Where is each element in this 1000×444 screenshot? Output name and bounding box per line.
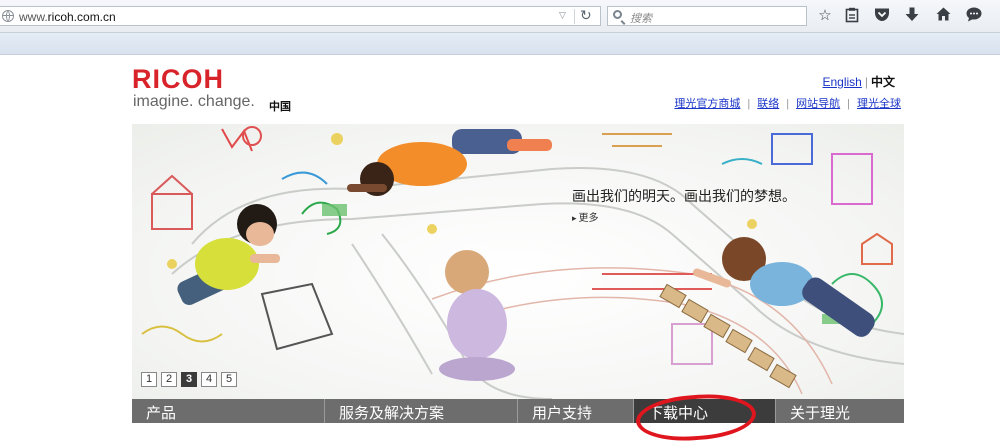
region-label: 中国 xyxy=(269,101,291,113)
reload-icon[interactable]: ↻ xyxy=(580,7,592,24)
language-switch: English | 中文 xyxy=(822,75,896,89)
lang-chinese-current: 中文 xyxy=(870,75,895,89)
pager-button-3[interactable]: 3 xyxy=(181,372,197,387)
child-yellow-shirt xyxy=(177,204,280,306)
logo-tagline: imagine. change. xyxy=(133,93,255,110)
search-input[interactable]: 搜索 xyxy=(607,6,807,26)
hero-banner[interactable]: 画出我们的明天。画出我们的梦想。 更多 1 2 3 4 5 xyxy=(132,124,904,399)
download-icon[interactable] xyxy=(903,7,921,25)
search-placeholder: 搜索 xyxy=(630,13,652,25)
hero-pager: 1 2 3 4 5 xyxy=(141,372,237,387)
link-official-store[interactable]: 理光官方商城 xyxy=(674,98,740,110)
pager-button-1[interactable]: 1 xyxy=(141,372,157,387)
top-links: 理光官方商城 | 联络 | 网站导航 | 理光全球 xyxy=(674,98,901,110)
star-bookmark-icon[interactable]: ☆ xyxy=(816,7,834,25)
pocket-icon[interactable] xyxy=(873,7,891,25)
chat-icon[interactable] xyxy=(965,7,983,25)
hero-title: 画出我们的明天。画出我们的梦想。 xyxy=(572,189,796,205)
pager-button-2[interactable]: 2 xyxy=(161,372,177,387)
main-nav: 产品 服务及解决方案 用户支持 下载中心 关于理光 xyxy=(132,399,904,423)
url-dropdown-icon[interactable]: ▽ xyxy=(559,10,566,21)
hero-illustration xyxy=(141,126,904,399)
url-text[interactable]: www.ricoh.com.cn xyxy=(19,10,116,24)
address-bar[interactable]: www.ricoh.com.cn ▽ ↻ xyxy=(0,6,601,26)
bookmarks-bar xyxy=(0,33,1000,55)
link-ricoh-global[interactable]: 理光全球 xyxy=(857,98,901,110)
clipboard-icon[interactable] xyxy=(843,7,861,25)
nav-item-support[interactable]: 用户支持 xyxy=(518,399,634,423)
lang-english-link[interactable]: English xyxy=(823,75,862,89)
nav-item-services[interactable]: 服务及解决方案 xyxy=(325,399,518,423)
search-icon xyxy=(613,10,622,19)
globe-icon xyxy=(2,10,14,22)
link-contact[interactable]: 联络 xyxy=(757,98,779,110)
pager-button-5[interactable]: 5 xyxy=(221,372,237,387)
link-sitemap[interactable]: 网站导航 xyxy=(796,98,840,110)
child-orange-shirt xyxy=(347,129,552,196)
hero-more-link[interactable]: 更多 xyxy=(572,209,599,224)
child-lilac-dress xyxy=(439,250,515,381)
browser-toolbar: www.ricoh.com.cn ▽ ↻ 搜索 ☆ xyxy=(0,0,1000,33)
home-icon[interactable] xyxy=(934,7,952,25)
nav-item-products[interactable]: 产品 xyxy=(132,399,325,423)
pager-button-4[interactable]: 4 xyxy=(201,372,217,387)
nav-item-about[interactable]: 关于理光 xyxy=(776,399,904,423)
ricoh-logo[interactable]: RICOH xyxy=(132,66,224,93)
